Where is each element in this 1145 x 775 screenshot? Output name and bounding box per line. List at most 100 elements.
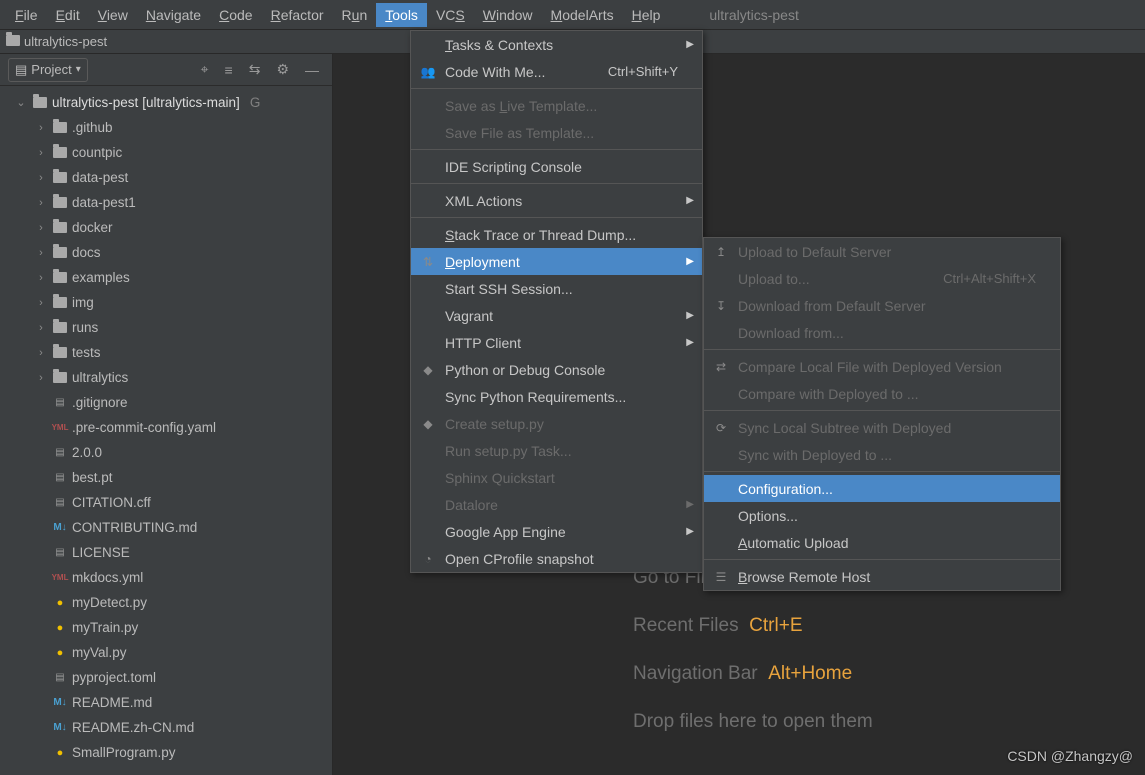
tree-arrow-icon[interactable]: › [34,297,48,309]
file-icon: ▤ [52,672,68,683]
tree-folder-tests[interactable]: ›tests [0,340,332,365]
tree-folder-.github[interactable]: ›.github [0,115,332,140]
tree-label: myDetect.py [72,595,147,610]
tree-folder-countpic[interactable]: ›countpic [0,140,332,165]
file-icon [52,147,68,158]
project-tree[interactable]: ⌄ ultralytics-pest [ultralytics-main] G ›.g… [0,86,332,775]
tree-folder-docs[interactable]: ›docs [0,240,332,265]
tools-item-11[interactable]: ⇅Deployment▶ [411,248,702,275]
tree-root[interactable]: ⌄ ultralytics-pest [ultralytics-main] G [0,90,332,115]
project-meta: [ultralytics-main] [142,95,240,110]
tree-folder-docker[interactable]: ›docker [0,215,332,240]
tree-file-.gitignore[interactable]: ▤.gitignore [0,390,332,415]
tools-item-22[interactable]: ◔Open CProfile snapshot [411,545,702,572]
tree-folder-img[interactable]: ›img [0,290,332,315]
menu-edit[interactable]: Edit [47,3,89,27]
tools-sep [411,88,702,89]
tree-file-README.zh-CN.md[interactable]: M↓README.zh-CN.md [0,715,332,740]
tools-item-12[interactable]: Start SSH Session... [411,275,702,302]
deploy-item-11[interactable]: Configuration... [704,475,1060,502]
tools-item-16[interactable]: Sync Python Requirements... [411,383,702,410]
settings-icon[interactable]: ⚙ [271,59,294,80]
tools-item-21[interactable]: Google App Engine▶ [411,518,702,545]
menu-view[interactable]: View [89,3,137,27]
collapse-all-icon[interactable]: ⇆ [244,59,266,80]
menu-modelarts[interactable]: ModelArts [542,3,623,27]
menu-item-label: Code With Me... [445,64,545,80]
hide-icon[interactable]: — [300,60,324,80]
menu-file[interactable]: File [6,3,47,27]
tree-file-LICENSE[interactable]: ▤LICENSE [0,540,332,565]
tree-file-myTrain.py[interactable]: ●myTrain.py [0,615,332,640]
tree-file-best.pt[interactable]: ▤best.pt [0,465,332,490]
tree-file-CONTRIBUTING.md[interactable]: M↓CONTRIBUTING.md [0,515,332,540]
tree-arrow-icon[interactable]: › [34,122,48,134]
tree-arrow-icon[interactable]: › [34,272,48,284]
tree-arrow-icon[interactable]: › [34,147,48,159]
tree-arrow-icon[interactable]: › [34,372,48,384]
tree-arrow-icon[interactable]: › [34,347,48,359]
menu-vcs[interactable]: VCS [427,3,474,27]
select-opened-file-icon[interactable]: ⌖ [196,59,214,80]
menu-window[interactable]: Window [474,3,542,27]
tree-file-CITATION.cff[interactable]: ▤CITATION.cff [0,490,332,515]
tree-label: data-pest [72,170,128,185]
people-icon: 👥 [419,65,437,79]
tree-arrow-icon[interactable]: › [34,247,48,259]
shortcut-recent-files: Ctrl+E [749,615,802,636]
tree-arrow-icon[interactable]: › [34,322,48,334]
menu-help[interactable]: Help [623,3,670,27]
file-icon [52,172,68,183]
tools-item-0[interactable]: Tasks & Contexts▶ [411,31,702,58]
tree-file-2.0.0[interactable]: ▤2.0.0 [0,440,332,465]
file-icon: ▤ [52,447,68,458]
tools-item-10[interactable]: Stack Trace or Thread Dump... [411,221,702,248]
tree-label: best.pt [72,470,113,485]
tree-arrow-icon[interactable]: › [34,172,48,184]
menu-item-label: Tasks & Contexts [445,37,553,53]
project-scope: G [250,95,261,110]
project-view-selector[interactable]: ▤ Project ▾ [8,58,88,82]
tree-folder-runs[interactable]: ›runs [0,315,332,340]
tools-item-15[interactable]: ◆Python or Debug Console [411,356,702,383]
tree-file-myDetect.py[interactable]: ●myDetect.py [0,590,332,615]
tree-label: mkdocs.yml [72,570,143,585]
tree-file-mkdocs.yml[interactable]: YML mkdocs.yml [0,565,332,590]
tree-arrow-icon[interactable]: › [34,197,48,209]
file-icon: ▤ [52,497,68,508]
tree-file-myVal.py[interactable]: ●myVal.py [0,640,332,665]
tree-file-pyproject.toml[interactable]: ▤pyproject.toml [0,665,332,690]
deploy-item-13[interactable]: Automatic Upload [704,529,1060,556]
file-icon [52,372,68,383]
file-icon: M↓ [52,697,68,708]
tree-folder-ultralytics[interactable]: ›ultralytics [0,365,332,390]
file-icon: YML [52,573,68,582]
tree-file-.pre-commit-config.yaml[interactable]: YML.pre-commit-config.yaml [0,415,332,440]
menu-navigate[interactable]: Navigate [137,3,210,27]
tree-folder-data-pest1[interactable]: ›data-pest1 [0,190,332,215]
deploy-item-15[interactable]: ☰Browse Remote Host [704,563,1060,590]
menu-tools[interactable]: Tools [376,3,427,27]
tree-file-SmallProgram.py[interactable]: ●SmallProgram.py [0,740,332,765]
menu-run[interactable]: Run [333,3,377,27]
tools-item-8[interactable]: XML Actions▶ [411,187,702,214]
expand-all-icon[interactable]: ≡ [220,60,238,80]
deploy-item-12[interactable]: Options... [704,502,1060,529]
menu-item-label: Python or Debug Console [445,362,605,378]
sync-icon: ⟳ [712,421,730,435]
tree-label: ultralytics-pest [52,95,138,110]
deploy-item-6: Compare with Deployed to ... [704,380,1060,407]
tree-file-README.md[interactable]: M↓README.md [0,690,332,715]
tree-arrow-icon[interactable]: › [34,222,48,234]
tools-item-14[interactable]: HTTP Client▶ [411,329,702,356]
tools-item-1[interactable]: 👥Code With Me...Ctrl+Shift+Y [411,58,702,85]
tree-folder-examples[interactable]: ›examples [0,265,332,290]
tree-folder-data-pest[interactable]: › data-pest [0,165,332,190]
tree-label: LICENSE [72,545,130,560]
tools-item-6[interactable]: IDE Scripting Console [411,153,702,180]
menu-code[interactable]: Code [210,3,261,27]
menu-refactor[interactable]: Refactor [262,3,333,27]
tools-item-13[interactable]: Vagrant▶ [411,302,702,329]
breadcrumb-label[interactable]: ultralytics-pest [24,34,107,49]
tree-arrow-icon[interactable]: ⌄ [14,96,28,109]
